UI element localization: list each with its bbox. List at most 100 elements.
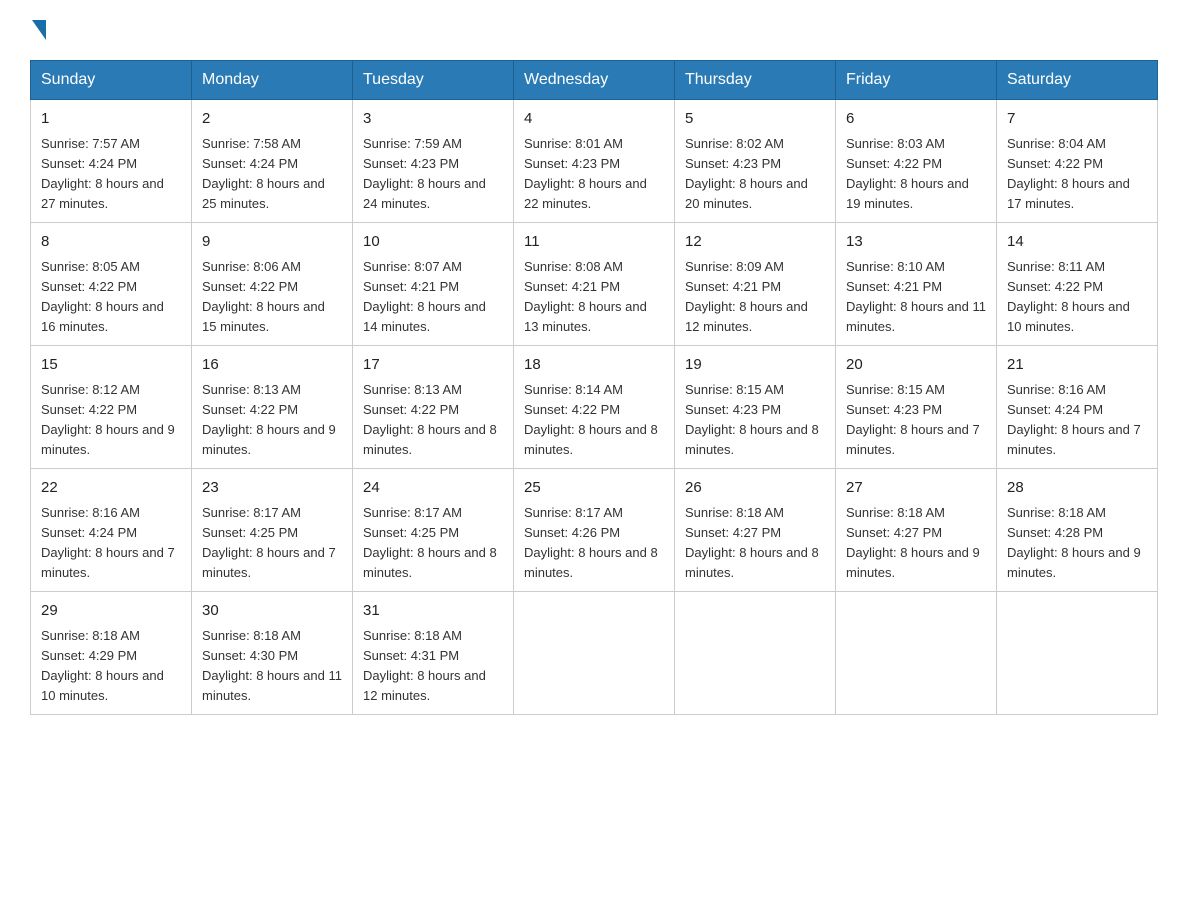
- table-row: 30 Sunrise: 8:18 AMSunset: 4:30 PMDayligh…: [192, 592, 353, 715]
- table-row: [514, 592, 675, 715]
- table-row: 8 Sunrise: 8:05 AMSunset: 4:22 PMDaylight…: [31, 223, 192, 346]
- calendar-week-2: 8 Sunrise: 8:05 AMSunset: 4:22 PMDaylight…: [31, 223, 1158, 346]
- day-info: Sunrise: 8:05 AMSunset: 4:22 PMDaylight:…: [41, 257, 181, 338]
- table-row: 26 Sunrise: 8:18 AMSunset: 4:27 PMDayligh…: [675, 469, 836, 592]
- day-number: 4: [524, 108, 664, 131]
- day-number: 5: [685, 108, 825, 131]
- calendar-header-sunday: Sunday: [31, 61, 192, 100]
- day-info: Sunrise: 8:13 AMSunset: 4:22 PMDaylight:…: [363, 380, 503, 461]
- day-info: Sunrise: 8:17 AMSunset: 4:25 PMDaylight:…: [202, 503, 342, 584]
- day-number: 2: [202, 108, 342, 131]
- day-number: 23: [202, 477, 342, 500]
- table-row: 21 Sunrise: 8:16 AMSunset: 4:24 PMDayligh…: [997, 346, 1158, 469]
- table-row: 11 Sunrise: 8:08 AMSunset: 4:21 PMDayligh…: [514, 223, 675, 346]
- day-number: 11: [524, 231, 664, 254]
- day-info: Sunrise: 8:04 AMSunset: 4:22 PMDaylight:…: [1007, 134, 1147, 215]
- table-row: 6 Sunrise: 8:03 AMSunset: 4:22 PMDaylight…: [836, 100, 997, 223]
- table-row: 28 Sunrise: 8:18 AMSunset: 4:28 PMDayligh…: [997, 469, 1158, 592]
- day-number: 9: [202, 231, 342, 254]
- day-info: Sunrise: 8:18 AMSunset: 4:27 PMDaylight:…: [846, 503, 986, 584]
- day-info: Sunrise: 8:11 AMSunset: 4:22 PMDaylight:…: [1007, 257, 1147, 338]
- day-info: Sunrise: 8:18 AMSunset: 4:29 PMDaylight:…: [41, 626, 181, 707]
- day-number: 22: [41, 477, 181, 500]
- table-row: 12 Sunrise: 8:09 AMSunset: 4:21 PMDayligh…: [675, 223, 836, 346]
- day-number: 31: [363, 600, 503, 623]
- table-row: [997, 592, 1158, 715]
- table-row: 22 Sunrise: 8:16 AMSunset: 4:24 PMDayligh…: [31, 469, 192, 592]
- day-info: Sunrise: 8:14 AMSunset: 4:22 PMDaylight:…: [524, 380, 664, 461]
- day-info: Sunrise: 8:16 AMSunset: 4:24 PMDaylight:…: [1007, 380, 1147, 461]
- day-number: 3: [363, 108, 503, 131]
- day-number: 30: [202, 600, 342, 623]
- table-row: 27 Sunrise: 8:18 AMSunset: 4:27 PMDayligh…: [836, 469, 997, 592]
- calendar-header-row: SundayMondayTuesdayWednesdayThursdayFrid…: [31, 61, 1158, 100]
- day-info: Sunrise: 8:16 AMSunset: 4:24 PMDaylight:…: [41, 503, 181, 584]
- table-row: 20 Sunrise: 8:15 AMSunset: 4:23 PMDayligh…: [836, 346, 997, 469]
- day-info: Sunrise: 8:17 AMSunset: 4:25 PMDaylight:…: [363, 503, 503, 584]
- day-info: Sunrise: 8:02 AMSunset: 4:23 PMDaylight:…: [685, 134, 825, 215]
- day-info: Sunrise: 8:12 AMSunset: 4:22 PMDaylight:…: [41, 380, 181, 461]
- day-info: Sunrise: 8:07 AMSunset: 4:21 PMDaylight:…: [363, 257, 503, 338]
- table-row: 14 Sunrise: 8:11 AMSunset: 4:22 PMDayligh…: [997, 223, 1158, 346]
- day-number: 6: [846, 108, 986, 131]
- table-row: 1Sunrise: 7:57 AMSunset: 4:24 PMDaylight…: [31, 100, 192, 223]
- calendar-week-5: 29Sunrise: 8:18 AMSunset: 4:29 PMDayligh…: [31, 592, 1158, 715]
- day-info: Sunrise: 8:03 AMSunset: 4:22 PMDaylight:…: [846, 134, 986, 215]
- day-info: Sunrise: 7:59 AMSunset: 4:23 PMDaylight:…: [363, 134, 503, 215]
- table-row: 25 Sunrise: 8:17 AMSunset: 4:26 PMDayligh…: [514, 469, 675, 592]
- day-number: 12: [685, 231, 825, 254]
- table-row: [675, 592, 836, 715]
- day-number: 14: [1007, 231, 1147, 254]
- day-number: 20: [846, 354, 986, 377]
- day-info: Sunrise: 7:57 AMSunset: 4:24 PMDaylight:…: [41, 134, 181, 215]
- calendar-header-thursday: Thursday: [675, 61, 836, 100]
- day-info: Sunrise: 8:17 AMSunset: 4:26 PMDaylight:…: [524, 503, 664, 584]
- day-number: 18: [524, 354, 664, 377]
- day-number: 21: [1007, 354, 1147, 377]
- table-row: 2Sunrise: 7:58 AMSunset: 4:24 PMDaylight…: [192, 100, 353, 223]
- day-info: Sunrise: 8:01 AMSunset: 4:23 PMDaylight:…: [524, 134, 664, 215]
- day-info: Sunrise: 8:18 AMSunset: 4:28 PMDaylight:…: [1007, 503, 1147, 584]
- day-number: 28: [1007, 477, 1147, 500]
- day-number: 25: [524, 477, 664, 500]
- day-info: Sunrise: 8:18 AMSunset: 4:27 PMDaylight:…: [685, 503, 825, 584]
- calendar-header-tuesday: Tuesday: [353, 61, 514, 100]
- calendar-table: SundayMondayTuesdayWednesdayThursdayFrid…: [30, 60, 1158, 715]
- day-info: Sunrise: 8:15 AMSunset: 4:23 PMDaylight:…: [846, 380, 986, 461]
- table-row: 29Sunrise: 8:18 AMSunset: 4:29 PMDayligh…: [31, 592, 192, 715]
- day-info: Sunrise: 8:13 AMSunset: 4:22 PMDaylight:…: [202, 380, 342, 461]
- table-row: 15Sunrise: 8:12 AMSunset: 4:22 PMDayligh…: [31, 346, 192, 469]
- calendar-header-saturday: Saturday: [997, 61, 1158, 100]
- calendar-week-3: 15Sunrise: 8:12 AMSunset: 4:22 PMDayligh…: [31, 346, 1158, 469]
- table-row: 3 Sunrise: 7:59 AMSunset: 4:23 PMDaylight…: [353, 100, 514, 223]
- day-info: Sunrise: 8:08 AMSunset: 4:21 PMDaylight:…: [524, 257, 664, 338]
- day-number: 10: [363, 231, 503, 254]
- calendar-header-wednesday: Wednesday: [514, 61, 675, 100]
- table-row: [836, 592, 997, 715]
- table-row: 19Sunrise: 8:15 AMSunset: 4:23 PMDayligh…: [675, 346, 836, 469]
- day-number: 7: [1007, 108, 1147, 131]
- table-row: 31Sunrise: 8:18 AMSunset: 4:31 PMDayligh…: [353, 592, 514, 715]
- day-number: 19: [685, 354, 825, 377]
- table-row: 23 Sunrise: 8:17 AMSunset: 4:25 PMDayligh…: [192, 469, 353, 592]
- table-row: 18 Sunrise: 8:14 AMSunset: 4:22 PMDayligh…: [514, 346, 675, 469]
- logo: [30, 20, 48, 40]
- logo-arrow-icon: [32, 20, 46, 40]
- day-info: Sunrise: 8:18 AMSunset: 4:30 PMDaylight:…: [202, 626, 342, 707]
- table-row: 17 Sunrise: 8:13 AMSunset: 4:22 PMDayligh…: [353, 346, 514, 469]
- day-info: Sunrise: 8:06 AMSunset: 4:22 PMDaylight:…: [202, 257, 342, 338]
- calendar-header-friday: Friday: [836, 61, 997, 100]
- day-info: Sunrise: 8:10 AMSunset: 4:21 PMDaylight:…: [846, 257, 986, 338]
- day-number: 16: [202, 354, 342, 377]
- calendar-week-1: 1Sunrise: 7:57 AMSunset: 4:24 PMDaylight…: [31, 100, 1158, 223]
- day-number: 27: [846, 477, 986, 500]
- table-row: 9 Sunrise: 8:06 AMSunset: 4:22 PMDaylight…: [192, 223, 353, 346]
- page-header: [30, 20, 1158, 40]
- table-row: 5 Sunrise: 8:02 AMSunset: 4:23 PMDaylight…: [675, 100, 836, 223]
- table-row: 10 Sunrise: 8:07 AMSunset: 4:21 PMDayligh…: [353, 223, 514, 346]
- day-number: 17: [363, 354, 503, 377]
- day-number: 26: [685, 477, 825, 500]
- day-info: Sunrise: 8:09 AMSunset: 4:21 PMDaylight:…: [685, 257, 825, 338]
- day-number: 8: [41, 231, 181, 254]
- calendar-week-4: 22 Sunrise: 8:16 AMSunset: 4:24 PMDayligh…: [31, 469, 1158, 592]
